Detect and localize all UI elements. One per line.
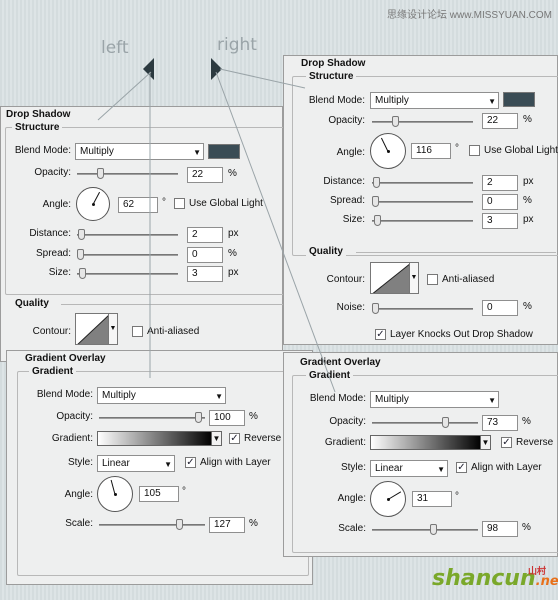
logo-main-text: shancun bbox=[432, 566, 536, 591]
left-leader-line-upper bbox=[97, 71, 152, 121]
right-leader-line-diagonal bbox=[215, 71, 336, 393]
leader-lines bbox=[97, 68, 336, 393]
right-leader-line-upper bbox=[219, 68, 306, 89]
logo-cn-text: 山村 bbox=[528, 567, 547, 577]
